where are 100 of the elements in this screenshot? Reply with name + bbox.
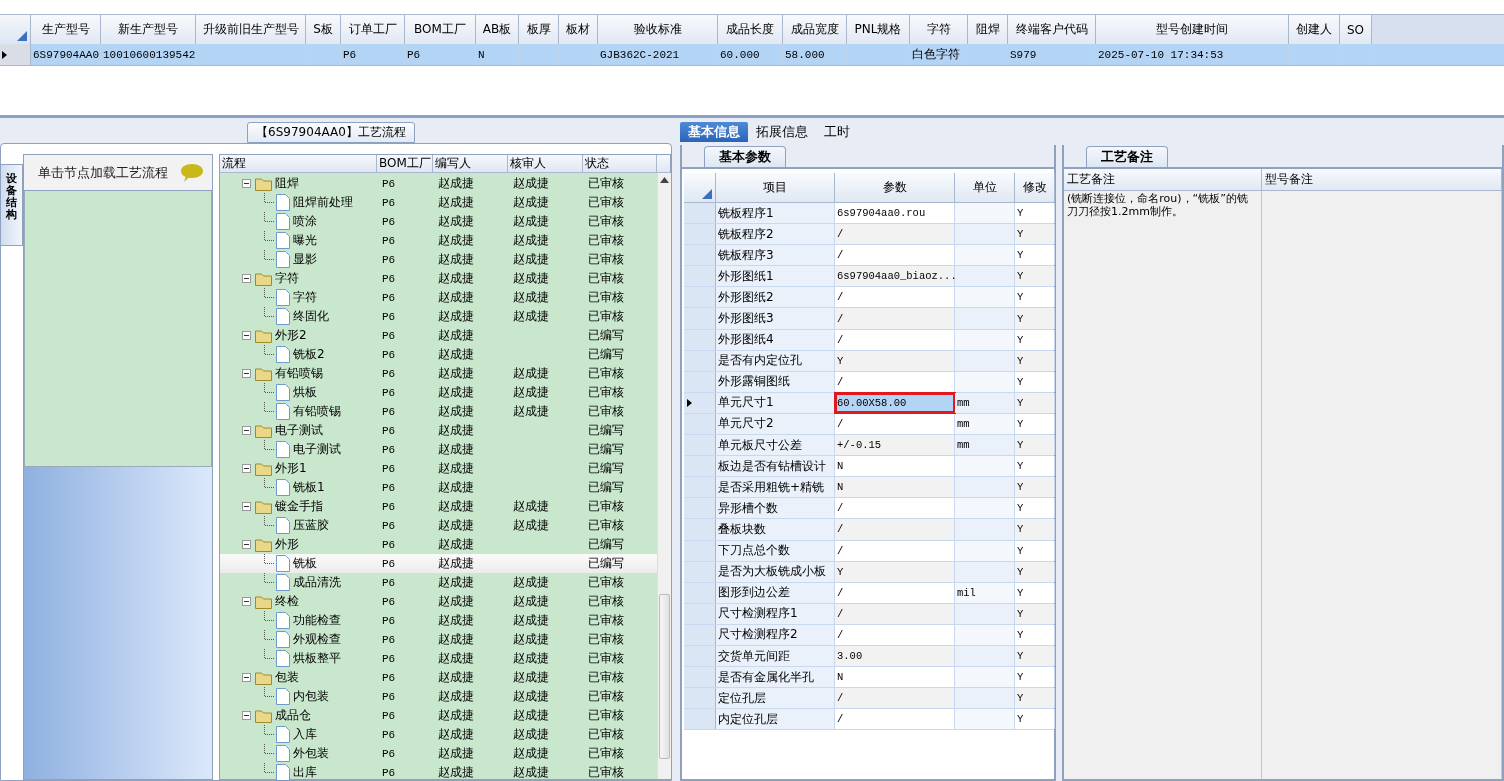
- tree-row[interactable]: 铣板1 P6 赵成捷 已编写: [220, 478, 657, 497]
- tree-row[interactable]: 成品仓 P6 赵成捷 赵成捷 已审核: [220, 706, 657, 725]
- value-cell[interactable]: N: [835, 667, 955, 688]
- tree-row[interactable]: 包装 P6 赵成捷 赵成捷 已审核: [220, 668, 657, 687]
- scrollbar[interactable]: [657, 173, 671, 779]
- tab[interactable]: 工时: [816, 122, 858, 142]
- column-header[interactable]: 参数: [835, 173, 955, 202]
- collapse-icon[interactable]: [242, 540, 251, 549]
- column-header[interactable]: PNL规格: [847, 15, 910, 44]
- collapse-icon[interactable]: [242, 179, 251, 188]
- column-header[interactable]: 阻焊: [968, 15, 1008, 44]
- collapse-icon[interactable]: [242, 331, 251, 340]
- panel-tab[interactable]: 基本参数: [704, 146, 786, 167]
- value-cell[interactable]: /: [835, 245, 955, 266]
- tree-row[interactable]: 终检 P6 赵成捷 赵成捷 已审核: [220, 592, 657, 611]
- column-header[interactable]: BOM工厂: [405, 15, 476, 44]
- value-cell[interactable]: N: [835, 477, 955, 498]
- tree-row[interactable]: 烘板 P6 赵成捷 赵成捷 已审核: [220, 383, 657, 402]
- tree-row[interactable]: 喷涂 P6 赵成捷 赵成捷 已审核: [220, 212, 657, 231]
- scroll-up-icon[interactable]: [660, 177, 669, 183]
- column-header[interactable]: AB板: [476, 15, 519, 44]
- value-cell[interactable]: /: [835, 329, 955, 350]
- record-row[interactable]: 6S97904AA0 10010600139542 P6 P6 N GJB362C-2021 60.000 58.000 白色字符 S979 2025-07-10 17:34:53: [0, 44, 1504, 66]
- value-cell[interactable]: N: [835, 456, 955, 477]
- tree-row[interactable]: 电子测试 P6 赵成捷 已编写: [220, 440, 657, 459]
- column-header[interactable]: BOM工厂: [377, 155, 433, 172]
- value-cell[interactable]: /: [835, 624, 955, 645]
- value-cell[interactable]: Y: [835, 350, 955, 371]
- collapse-icon[interactable]: [242, 673, 251, 682]
- tree-row[interactable]: 字符 P6 赵成捷 赵成捷 已审核: [220, 288, 657, 307]
- collapse-icon[interactable]: [242, 426, 251, 435]
- column-header[interactable]: 生产型号: [31, 15, 101, 44]
- value-cell[interactable]: 60.00X58.00: [835, 392, 955, 413]
- tree-row[interactable]: 终固化 P6 赵成捷 赵成捷 已审核: [220, 307, 657, 326]
- tree-row[interactable]: 烘板整平 P6 赵成捷 赵成捷 已审核: [220, 649, 657, 668]
- row-header[interactable]: [684, 392, 716, 413]
- value-cell[interactable]: 6s97904aa0.rou: [835, 203, 955, 224]
- column-header[interactable]: 流程: [220, 155, 377, 172]
- scroll-thumb[interactable]: [659, 594, 670, 759]
- tree-row[interactable]: 曝光 P6 赵成捷 赵成捷 已审核: [220, 231, 657, 250]
- column-header[interactable]: SO: [1340, 15, 1372, 44]
- column-header[interactable]: 订单工厂: [341, 15, 405, 44]
- column-header[interactable]: 板材: [559, 15, 598, 44]
- tree-row[interactable]: 显影 P6 赵成捷 赵成捷 已审核: [220, 250, 657, 269]
- value-cell[interactable]: /: [835, 582, 955, 603]
- column-header[interactable]: 型号备注: [1262, 169, 1502, 190]
- value-cell[interactable]: /: [835, 413, 955, 435]
- tree-row[interactable]: 成品清洗 P6 赵成捷 赵成捷 已审核: [220, 573, 657, 592]
- value-cell[interactable]: /: [835, 688, 955, 709]
- column-header[interactable]: S板: [306, 15, 341, 44]
- collapse-icon[interactable]: [242, 274, 251, 283]
- column-header[interactable]: 成品长度: [718, 15, 783, 44]
- value-cell[interactable]: /: [835, 498, 955, 519]
- value-cell[interactable]: /: [835, 371, 955, 392]
- value-cell[interactable]: /: [835, 603, 955, 624]
- tree-row[interactable]: 阻焊前处理 P6 赵成捷 赵成捷 已审核: [220, 193, 657, 212]
- tree-row[interactable]: 铣板 P6 赵成捷 已编写: [220, 554, 657, 573]
- value-cell[interactable]: /: [835, 709, 955, 730]
- column-header[interactable]: 板厚: [519, 15, 559, 44]
- tree-row[interactable]: 功能检查 P6 赵成捷 赵成捷 已审核: [220, 611, 657, 630]
- tree-row[interactable]: 阻焊 P6 赵成捷 赵成捷 已审核: [220, 174, 657, 193]
- tree-row[interactable]: 外形1 P6 赵成捷 已编写: [220, 459, 657, 478]
- tree-row[interactable]: 外包装 P6 赵成捷 赵成捷 已审核: [220, 744, 657, 763]
- panel-tab[interactable]: 工艺备注: [1086, 146, 1168, 167]
- value-cell[interactable]: +/-0.15: [835, 435, 955, 456]
- tree-row[interactable]: 有铅喷锡 P6 赵成捷 赵成捷 已审核: [220, 402, 657, 421]
- column-header[interactable]: 状态: [583, 155, 657, 172]
- column-header[interactable]: 成品宽度: [783, 15, 847, 44]
- collapse-icon[interactable]: [242, 597, 251, 606]
- value-cell[interactable]: Y: [835, 561, 955, 582]
- value-cell[interactable]: /: [835, 519, 955, 540]
- value-cell[interactable]: /: [835, 287, 955, 308]
- tree-row[interactable]: 镀金手指 P6 赵成捷 赵成捷 已审核: [220, 497, 657, 516]
- tree-row[interactable]: 外观检查 P6 赵成捷 赵成捷 已审核: [220, 630, 657, 649]
- collapse-icon[interactable]: [242, 464, 251, 473]
- collapse-icon[interactable]: [242, 711, 251, 720]
- tree-row[interactable]: 铣板2 P6 赵成捷 已编写: [220, 345, 657, 364]
- tree-row[interactable]: 电子测试 P6 赵成捷 已编写: [220, 421, 657, 440]
- tab[interactable]: 基本信息: [680, 122, 748, 142]
- tree-row[interactable]: 压蓝胶 P6 赵成捷 赵成捷 已审核: [220, 516, 657, 535]
- value-cell[interactable]: /: [835, 308, 955, 329]
- tab[interactable]: 拓展信息: [748, 122, 816, 142]
- column-header[interactable]: 修改: [1015, 173, 1055, 202]
- column-header[interactable]: 验收标准: [598, 15, 718, 44]
- row-header[interactable]: [0, 44, 31, 65]
- column-header[interactable]: 终端客户代码: [1008, 15, 1096, 44]
- value-cell[interactable]: /: [835, 224, 955, 245]
- value-cell[interactable]: /: [835, 540, 955, 561]
- column-header[interactable]: 升级前旧生产型号: [196, 15, 306, 44]
- tree-row[interactable]: 入库 P6 赵成捷 赵成捷 已审核: [220, 725, 657, 744]
- tree-row[interactable]: 有铅喷锡 P6 赵成捷 赵成捷 已审核: [220, 364, 657, 383]
- column-header[interactable]: 项目: [716, 173, 835, 202]
- collapse-icon[interactable]: [242, 502, 251, 511]
- tree-row[interactable]: 字符 P6 赵成捷 赵成捷 已审核: [220, 269, 657, 288]
- column-header[interactable]: 工艺备注: [1064, 169, 1262, 190]
- tree-row[interactable]: 内包装 P6 赵成捷 赵成捷 已审核: [220, 687, 657, 706]
- column-header[interactable]: 单位: [955, 173, 1015, 202]
- tree-row[interactable]: 外形2 P6 赵成捷 已编写: [220, 326, 657, 345]
- side-tab[interactable]: 设备结构: [1, 164, 23, 246]
- column-header[interactable]: 创建人: [1289, 15, 1340, 44]
